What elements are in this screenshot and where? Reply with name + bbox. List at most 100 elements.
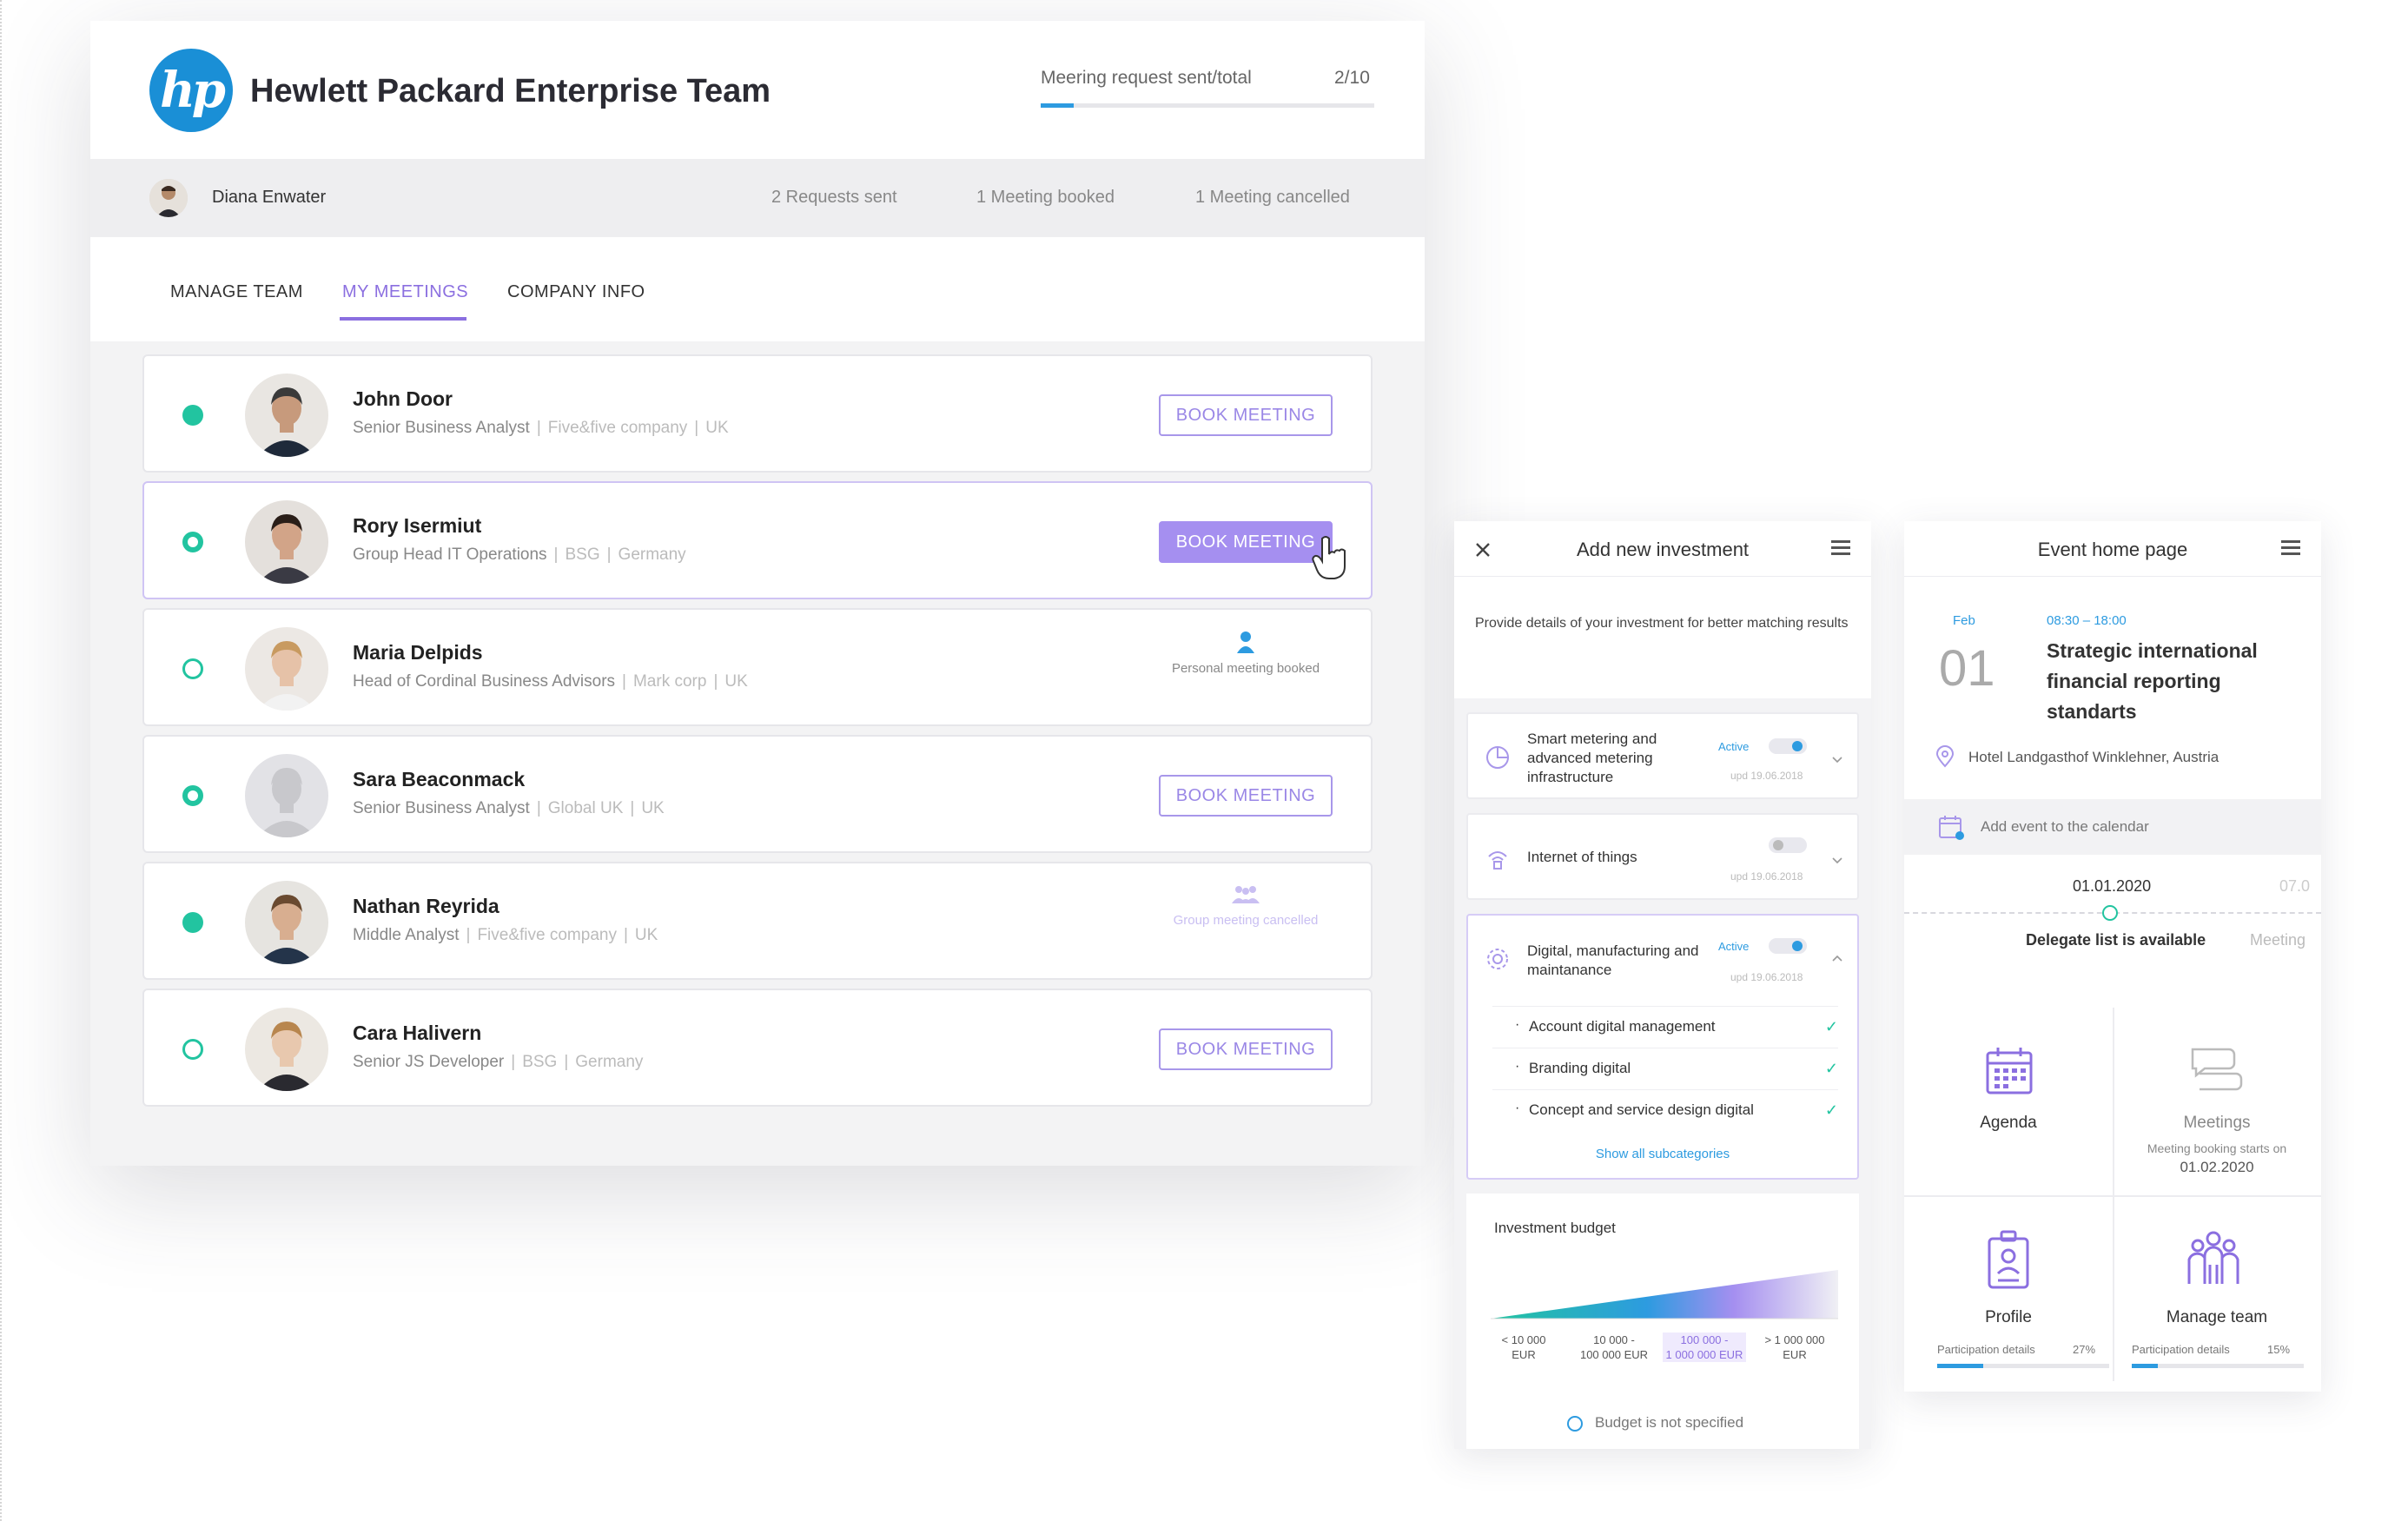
tab-my-meetings[interactable]: MY MEETINGS bbox=[342, 282, 468, 302]
meeting-status: Personal meeting booked bbox=[1159, 631, 1333, 677]
budget-range-selected[interactable]: 100 000 -1 000 000 EUR bbox=[1663, 1333, 1746, 1362]
toggle-label: Active bbox=[1718, 740, 1750, 753]
team-participation-label: Participation details bbox=[2132, 1343, 2230, 1356]
add-investment-panel: Add new investment Provide details of yo… bbox=[1454, 521, 1871, 1449]
category-digital-manufacturing[interactable]: Digital, manufacturing and maintanance A… bbox=[1466, 914, 1859, 1180]
status-dot[interactable] bbox=[182, 785, 203, 806]
event-home-panel: Event home page Feb 01 08:30 – 18:00 Str… bbox=[1904, 521, 2321, 1392]
meeting-status: Group meeting cancelled bbox=[1159, 884, 1333, 929]
menu-icon[interactable] bbox=[1831, 540, 1850, 556]
person-icon bbox=[1237, 632, 1254, 653]
category-smart-metering[interactable]: Smart metering and advanced metering inf… bbox=[1466, 712, 1859, 799]
status-dot[interactable] bbox=[182, 532, 203, 552]
subcategory-item[interactable]: · Account digital management ✓ bbox=[1492, 1006, 1838, 1048]
person-meta: Senior Business Analyst | Five&five compan… bbox=[353, 419, 729, 437]
avatar[interactable] bbox=[245, 627, 328, 711]
status-dot[interactable] bbox=[182, 912, 203, 933]
meetings-label[interactable]: Meetings bbox=[2113, 1114, 2321, 1133]
avatar[interactable] bbox=[245, 374, 328, 457]
add-to-calendar[interactable]: Add event to the calendar bbox=[1904, 799, 2321, 855]
status-dot[interactable] bbox=[182, 658, 203, 679]
person-country: Germany bbox=[575, 1053, 644, 1071]
chevron-down-icon[interactable] bbox=[1831, 754, 1843, 766]
person-role: Senior Business Analyst bbox=[353, 799, 530, 817]
person-name[interactable]: Nathan Reyrida bbox=[353, 895, 499, 918]
timeline-node[interactable] bbox=[2102, 905, 2118, 921]
person-company: Mark corp bbox=[632, 672, 707, 691]
menu-icon[interactable] bbox=[2281, 540, 2300, 556]
avatar[interactable] bbox=[149, 179, 188, 217]
check-icon: ✓ bbox=[1824, 1101, 1838, 1119]
category-toggle[interactable] bbox=[1769, 837, 1807, 853]
gear-icon bbox=[1487, 949, 1508, 969]
person-name[interactable]: Maria Delpids bbox=[353, 641, 483, 665]
meetings-icon[interactable] bbox=[2187, 1046, 2243, 1094]
book-meeting-button[interactable]: BOOK MEETING bbox=[1159, 394, 1333, 436]
hand-cursor-icon bbox=[1312, 536, 1346, 579]
group-icon bbox=[1232, 886, 1260, 903]
person-company: Five&five company bbox=[477, 926, 617, 944]
person-company: Five&five company bbox=[547, 419, 688, 437]
person-meta: Senior Business Analyst | Global UK | UK bbox=[353, 799, 665, 817]
status-dot[interactable] bbox=[182, 405, 203, 426]
chevron-down-icon[interactable] bbox=[1831, 855, 1843, 867]
person-role: Middle Analyst bbox=[353, 926, 460, 944]
person-meta: Middle Analyst | Five&five company | UK bbox=[353, 926, 658, 944]
avatar[interactable] bbox=[245, 754, 328, 837]
person-country: Germany bbox=[618, 546, 686, 564]
meeting-request-count: 2/10 bbox=[1334, 68, 1370, 88]
person-name[interactable]: Rory Isermiut bbox=[353, 514, 481, 538]
meeting-row: Rory Isermiut Group Head IT Operations | B… bbox=[142, 481, 1373, 599]
user-name: Diana Enwater bbox=[212, 188, 327, 207]
budget-range[interactable]: 10 000 -100 000 EUR bbox=[1572, 1333, 1656, 1362]
profile-badge-icon[interactable] bbox=[1986, 1230, 2031, 1291]
subcategory-item[interactable]: · Concept and service design digital ✓ bbox=[1492, 1089, 1838, 1131]
subcategory-item[interactable]: · Branding digital ✓ bbox=[1492, 1048, 1838, 1089]
person-name[interactable]: Cara Halivern bbox=[353, 1022, 481, 1045]
avatar[interactable] bbox=[245, 500, 328, 584]
category-internet-of-things[interactable]: Internet of things upd 19.06.2018 bbox=[1466, 813, 1859, 900]
status-dot[interactable] bbox=[182, 1039, 203, 1060]
person-role: Group Head IT Operations bbox=[353, 546, 547, 564]
team-header: hp Hewlett Packard Enterprise Team Meeri… bbox=[90, 21, 1425, 159]
manage-team-icon[interactable] bbox=[2186, 1230, 2241, 1287]
tab-company-info[interactable]: COMPANY INFO bbox=[507, 282, 645, 302]
book-meeting-button[interactable]: BOOK MEETING bbox=[1159, 1028, 1333, 1070]
event-panel-header: Event home page bbox=[1904, 521, 2321, 577]
team-title: Hewlett Packard Enterprise Team bbox=[250, 73, 771, 109]
timeline-label-next: Meeting bbox=[2250, 931, 2306, 949]
meeting-row: John Door Senior Business Analyst | Five&f… bbox=[142, 354, 1373, 473]
updated-date: upd 19.06.2018 bbox=[1730, 770, 1803, 782]
profile-label[interactable]: Profile bbox=[1904, 1308, 2113, 1327]
person-role: Head of Cordinal Business Advisors bbox=[353, 672, 616, 691]
add-to-calendar-label: Add event to the calendar bbox=[1981, 818, 2149, 835]
show-all-subcategories-link[interactable]: Show all subcategories bbox=[1468, 1147, 1857, 1161]
toggle-label: Active bbox=[1718, 940, 1750, 953]
page-edge bbox=[0, 0, 4, 1521]
avatar[interactable] bbox=[245, 881, 328, 964]
updated-date: upd 19.06.2018 bbox=[1730, 971, 1803, 983]
tab-manage-team[interactable]: MANAGE TEAM bbox=[170, 282, 303, 302]
meeting-row: Sara Beaconmack Senior Business Analyst |… bbox=[142, 735, 1373, 853]
agenda-label[interactable]: Agenda bbox=[1904, 1114, 2113, 1133]
timeline-label: Delegate list is available bbox=[2026, 931, 2206, 949]
person-name[interactable]: John Door bbox=[353, 387, 453, 411]
budget-range[interactable]: > 1 000 000 EUR bbox=[1753, 1333, 1836, 1362]
meeting-row: Cara Halivern Senior JS Developer | BSG | Ge… bbox=[142, 989, 1373, 1107]
chevron-up-icon[interactable] bbox=[1831, 952, 1843, 964]
person-name[interactable]: Sara Beaconmack bbox=[353, 768, 525, 791]
avatar[interactable] bbox=[245, 1008, 328, 1091]
investment-panel-header: Add new investment bbox=[1454, 521, 1871, 577]
manage-team-label[interactable]: Manage team bbox=[2113, 1308, 2321, 1327]
book-meeting-button[interactable]: BOOK MEETING bbox=[1159, 521, 1333, 563]
category-toggle[interactable] bbox=[1769, 938, 1807, 954]
budget-not-specified-radio[interactable] bbox=[1567, 1416, 1583, 1432]
profile-participation-bar bbox=[1937, 1364, 2109, 1368]
budget-slider-graphic[interactable] bbox=[1491, 1263, 1838, 1324]
category-name: Smart metering and advanced metering inf… bbox=[1527, 731, 1657, 785]
category-toggle[interactable] bbox=[1769, 738, 1807, 754]
budget-range[interactable]: < 10 000 EUR bbox=[1482, 1333, 1565, 1362]
meetings-cancelled-stat: 1 Meeting cancelled bbox=[1195, 188, 1350, 207]
book-meeting-button[interactable]: BOOK MEETING bbox=[1159, 775, 1333, 817]
agenda-icon[interactable] bbox=[1984, 1046, 2034, 1096]
